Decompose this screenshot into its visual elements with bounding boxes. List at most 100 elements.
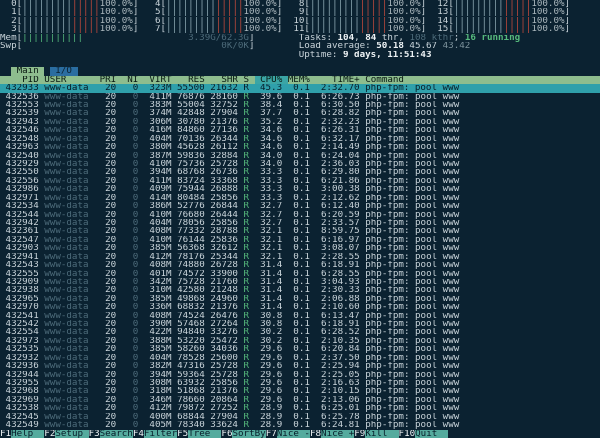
process-row[interactable]: 432943 www-data 20 0 306M 30780 21376 R … [0, 118, 600, 126]
fkey-kill[interactable]: F9Kill [354, 429, 399, 438]
process-row[interactable]: 432548 www-data 20 0 404M 70136 26344 R … [0, 135, 600, 143]
tab-io[interactable]: I/O [49, 67, 78, 76]
process-row[interactable]: 432971 www-data 20 0 414M 80484 25856 R … [0, 194, 600, 202]
column-header-pri[interactable]: PRI [100, 76, 122, 84]
process-cell: 374M [143, 109, 178, 118]
process-cell: 0.1 [287, 370, 316, 379]
column-header-ni[interactable]: NI [122, 76, 144, 84]
process-cell: 412M [143, 404, 178, 413]
process-cell: 20 [99, 134, 122, 144]
process-row[interactable]: 432973 www-data 20 0 388M 53220 25472 R … [0, 337, 600, 345]
process-table: 432933 www-data 20 0 323M 55500 21632 R … [0, 84, 600, 429]
column-header-cpu[interactable]: CPU% [254, 75, 288, 85]
process-row[interactable]: 432986 www-data 20 0 409M 75944 26888 R … [0, 185, 600, 193]
process-cell: 0.1 [287, 311, 316, 321]
fkey-help[interactable]: F1Help [0, 429, 45, 438]
process-row[interactable]: 432546 www-data 20 0 416M 84860 27136 R … [0, 126, 600, 134]
process-row[interactable]: 432968 www-data 20 0 318M 51868 21376 R … [0, 387, 600, 395]
process-row[interactable]: 432903 www-data 20 0 385M 56368 32612 R … [0, 244, 600, 252]
process-cell: 0.1 [287, 168, 316, 177]
process-row[interactable]: 432535 www-data 20 0 385M 58260 34036 R … [0, 345, 600, 353]
column-header-user[interactable]: USER [44, 76, 99, 84]
fkey-quit[interactable]: F10Quit [399, 429, 449, 438]
process-row[interactable]: 432544 www-data 20 0 410M 76680 26444 R … [0, 211, 600, 219]
process-cell: 6:25.01 [315, 404, 366, 413]
process-row[interactable]: 432929 www-data 20 0 410M 75736 25728 R … [0, 160, 600, 168]
column-header-res[interactable]: RES [177, 76, 210, 84]
process-row[interactable]: 432942 www-data 20 0 404M 78056 25856 R … [0, 219, 600, 227]
process-row[interactable]: 432361 www-data 20 0 408M 77332 28788 R … [0, 227, 600, 235]
process-cell: 385M [143, 345, 178, 354]
tasks-threads: 84 [365, 33, 377, 43]
column-header-mem[interactable]: MEM% [288, 76, 316, 84]
process-row[interactable]: 432941 www-data 20 0 412M 78176 25344 R … [0, 253, 600, 261]
process-row[interactable]: 432539 www-data 20 0 374M 42848 27904 R … [0, 109, 600, 117]
cpu-meter-row: 0[||||||||||||||100.0%] 4[||||||||||||||… [0, 0, 600, 8]
process-cell: 0.1 [287, 126, 316, 135]
process-row[interactable]: 432550 www-data 20 0 394M 68768 26736 R … [0, 168, 600, 176]
process-row[interactable]: 432554 www-data 20 0 422M 94840 33276 R … [0, 328, 600, 336]
fkey-filter[interactable]: F4Filter [133, 429, 178, 438]
process-cell: 0.1 [287, 286, 316, 295]
process-cell: www-data [44, 421, 100, 430]
fkey-nice[interactable]: F8Nice + [310, 429, 355, 438]
process-cell: 432986 [0, 185, 45, 194]
process-row[interactable]: 432955 www-data 20 0 308M 63932 25856 R … [0, 379, 600, 387]
process-row[interactable]: 432970 www-data 20 0 336M 68832 21376 R … [0, 303, 600, 311]
process-cell: 29.6 [254, 387, 288, 396]
process-row[interactable]: 432534 www-data 20 0 386M 52776 26844 R … [0, 202, 600, 210]
process-row[interactable]: 432538 www-data 20 0 412M 79872 27252 R … [0, 404, 600, 412]
process-row[interactable]: 432556 www-data 20 0 411M 83724 33368 R … [0, 177, 600, 185]
tasks-label: Tasks: [298, 33, 338, 43]
process-cell: php-fpm: pool www [365, 277, 460, 287]
fkey-nice[interactable]: F7Nice - [266, 429, 310, 438]
column-header-command[interactable]: Command [365, 76, 404, 84]
process-row[interactable]: 432933 www-data 20 0 323M 55500 21632 R … [0, 84, 600, 93]
process-row[interactable]: 432543 www-data 20 0 408M 74880 26728 R … [0, 261, 600, 269]
process-cell: 0.1 [287, 261, 316, 270]
process-cell: 25836 [210, 235, 244, 245]
process-row[interactable]: 432965 www-data 20 0 385M 49868 24960 R … [0, 295, 600, 303]
process-cell: 0.1 [287, 210, 316, 219]
column-header-s[interactable]: S [243, 76, 254, 84]
process-row[interactable]: 432540 www-data 20 0 387M 59836 32884 R … [0, 152, 600, 160]
process-row[interactable]: 432936 www-data 20 0 382M 47316 25728 R … [0, 362, 600, 370]
mem-meter-label: Mem[ [0, 33, 23, 43]
process-cell: 75736 [177, 160, 211, 169]
column-header-shr[interactable]: SHR [210, 76, 243, 84]
fkey-setup[interactable]: F2Setup [44, 429, 89, 438]
process-row[interactable]: 432944 www-data 20 0 394M 59364 25728 R … [0, 371, 600, 379]
process-cell: 30.2 [254, 336, 288, 346]
column-header-time[interactable]: TIME+ [315, 76, 365, 84]
process-row[interactable]: 432541 www-data 20 0 408M 74524 26476 R … [0, 312, 600, 320]
process-row[interactable]: 432547 www-data 20 0 410M 76144 25836 R … [0, 236, 600, 244]
fkey-sortby[interactable]: F6SortBy [221, 429, 266, 438]
column-header-pid[interactable]: PID [0, 76, 44, 84]
process-cell: www-data [44, 362, 100, 371]
process-row[interactable]: 432542 www-data 20 0 390M 57468 27264 R … [0, 320, 600, 328]
process-cell: 306M [143, 117, 178, 127]
process-row[interactable]: 432549 www-data 20 0 405M 78340 33624 R … [0, 421, 600, 429]
process-cell: 0.1 [287, 320, 316, 329]
process-cell: 432536 [0, 92, 45, 102]
cpu-meter-value: 100.0% [387, 0, 421, 9]
column-header-virt[interactable]: VIRT [144, 76, 177, 84]
process-cell: 33.3 [254, 193, 288, 203]
fkey-tree[interactable]: F5Tree [177, 429, 222, 438]
process-cell: 0 [121, 134, 144, 144]
process-row[interactable]: 432963 www-data 20 0 380M 45628 26112 R … [0, 143, 600, 151]
process-row[interactable]: 432545 www-data 20 0 400M 68844 27904 R … [0, 413, 600, 421]
fkey-label: Tree [188, 429, 222, 438]
tab-main[interactable]: Main [11, 67, 45, 76]
process-row[interactable]: 432932 www-data 20 0 404M 78528 25600 R … [0, 354, 600, 362]
process-row[interactable]: 432536 www-data 20 0 411M 76876 28160 R … [0, 93, 600, 101]
process-row[interactable]: 432555 www-data 20 0 401M 74572 33900 R … [0, 270, 600, 278]
process-row[interactable]: 432938 www-data 20 0 310M 42580 21248 R … [0, 286, 600, 294]
fkey-search[interactable]: F3Search [89, 429, 133, 438]
process-row[interactable]: 432969 www-data 20 0 346M 78660 20864 R … [0, 396, 600, 404]
process-row[interactable]: 432909 www-data 20 0 342M 75728 21760 R … [0, 278, 600, 286]
process-cell: 2:28.55 [315, 252, 366, 262]
process-cell: 0 [121, 244, 144, 253]
cpu-meter-bar-kernel: ||||| [215, 25, 244, 34]
process-row[interactable]: 432553 www-data 20 0 383M 55004 32752 R … [0, 101, 600, 109]
